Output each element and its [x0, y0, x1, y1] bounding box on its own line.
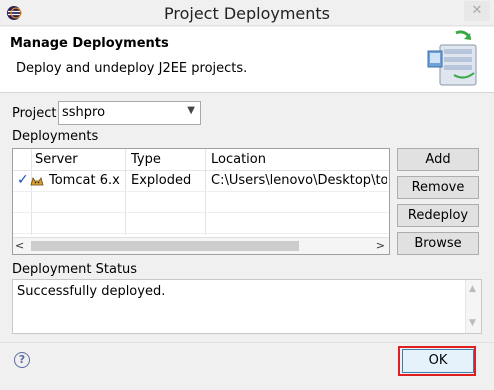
- column-header-server[interactable]: Server: [35, 152, 78, 167]
- column-header-type[interactable]: Type: [131, 152, 161, 167]
- row-divider: [13, 212, 389, 213]
- column-header-location[interactable]: Location: [211, 152, 266, 167]
- project-select-value: sshpro: [62, 105, 106, 120]
- deployment-status-box: Successfully deployed. ▲ ▼: [12, 279, 482, 334]
- row-location: C:\Users\lenovo\Desktop\tool\: [211, 173, 387, 188]
- header-title: Manage Deployments: [10, 36, 169, 51]
- deployment-status-label: Deployment Status: [12, 262, 138, 277]
- column-divider: [31, 149, 32, 235]
- scroll-down-icon[interactable]: ▼: [469, 318, 476, 328]
- column-divider: [125, 149, 126, 235]
- help-icon[interactable]: ?: [14, 352, 30, 368]
- footer-divider: [0, 342, 494, 343]
- project-label: Project: [12, 106, 57, 121]
- add-button[interactable]: Add: [397, 148, 479, 171]
- vertical-scrollbar[interactable]: ▲ ▼: [465, 280, 481, 333]
- horizontal-scrollbar[interactable]: < >: [13, 237, 389, 254]
- row-server: Tomcat 6.x: [49, 173, 120, 188]
- row-divider: [13, 191, 389, 192]
- row-divider: [13, 233, 389, 234]
- ok-button[interactable]: OK: [402, 349, 474, 373]
- scroll-left-icon[interactable]: <: [15, 239, 27, 252]
- project-select[interactable]: sshpro ▼: [58, 101, 201, 125]
- dialog-header: Manage Deployments Deploy and undeploy J…: [0, 27, 494, 93]
- title-bar: Project Deployments ✕: [0, 0, 494, 26]
- tomcat-icon: [30, 177, 44, 186]
- row-type: Exploded: [131, 173, 192, 188]
- table-row[interactable]: ✓ Tomcat 6.x Exploded C:\Users\lenovo\De…: [13, 171, 389, 191]
- chevron-down-icon: ▼: [187, 105, 195, 116]
- checkmark-icon: ✓: [17, 172, 29, 188]
- table-header: Server Type Location: [13, 149, 389, 171]
- browse-button[interactable]: Browse: [397, 232, 479, 255]
- scroll-up-icon[interactable]: ▲: [469, 284, 476, 294]
- deployments-label: Deployments: [12, 129, 99, 144]
- scroll-right-icon[interactable]: >: [376, 239, 385, 252]
- header-description: Deploy and undeploy J2EE projects.: [16, 61, 248, 76]
- close-button[interactable]: ✕: [464, 1, 490, 21]
- deployments-table: Server Type Location ✓ Tomcat 6.x Explod…: [12, 148, 390, 255]
- window-title: Project Deployments: [163, 4, 331, 23]
- deploy-server-icon: [427, 30, 477, 86]
- column-divider: [205, 149, 206, 235]
- remove-button[interactable]: Remove: [397, 176, 479, 199]
- redeploy-button[interactable]: Redeploy: [397, 204, 479, 227]
- scrollbar-thumb[interactable]: [31, 241, 299, 251]
- deployment-status-text: Successfully deployed.: [17, 284, 166, 299]
